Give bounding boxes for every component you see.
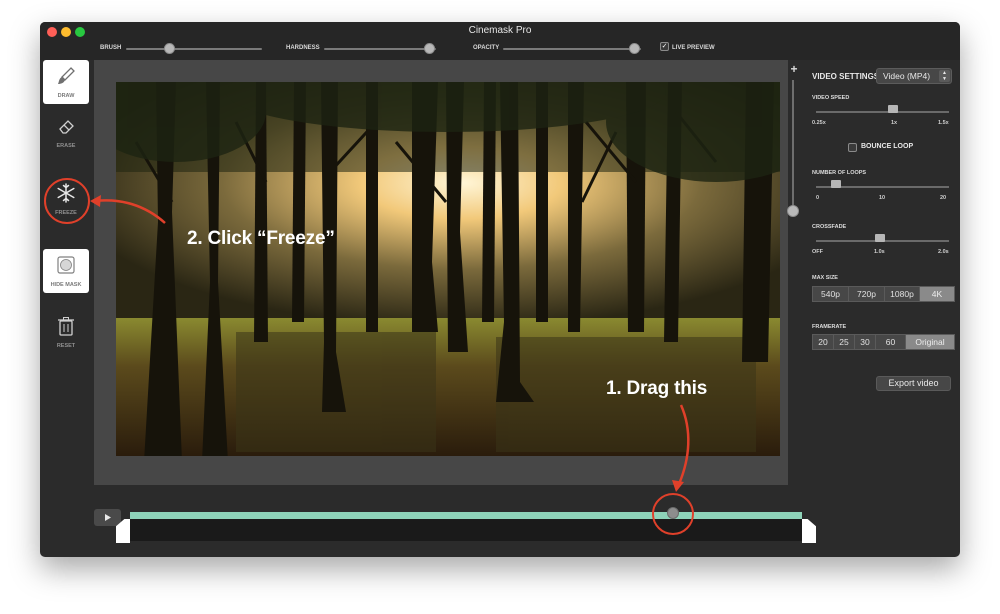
crossfade-mid: 1.0s xyxy=(874,249,885,255)
loops-label: NUMBER OF LOOPS xyxy=(812,170,867,176)
video-speed-label: VIDEO SPEED xyxy=(812,95,850,101)
max-size-label: MAX SIZE xyxy=(812,275,838,281)
app-window: Cinemask Pro BRUSH HARDNESS OPACITY ✓ LI… xyxy=(40,22,960,557)
zoom-slider[interactable] xyxy=(792,80,794,212)
loops-max: 20 xyxy=(940,195,947,201)
max-size-540p[interactable]: 540p xyxy=(812,286,849,302)
hardness-slider-thumb[interactable] xyxy=(424,43,435,54)
framerate-30[interactable]: 30 xyxy=(854,334,876,350)
eraser-icon xyxy=(59,120,74,134)
erase-tool-label: ERASE xyxy=(56,143,76,149)
brush-slider-thumb[interactable] xyxy=(164,43,175,54)
brush-label: BRUSH xyxy=(100,45,122,51)
zoom-slider-thumb[interactable] xyxy=(787,205,799,217)
opacity-slider-thumb[interactable] xyxy=(629,43,640,54)
hide-mask-tool-button[interactable]: HIDE MASK xyxy=(43,249,89,293)
select-stepper-icon: ▲ ▼ xyxy=(939,70,950,82)
video-speed-slider[interactable] xyxy=(816,111,949,113)
reset-tool-label: RESET xyxy=(56,343,76,349)
hide-mask-tool-label: HIDE MASK xyxy=(50,282,82,288)
window-title: Cinemask Pro xyxy=(468,25,532,36)
framerate-20[interactable]: 20 xyxy=(812,334,834,350)
max-size-720p[interactable]: 720p xyxy=(848,286,885,302)
format-select[interactable]: Video (MP4) ▲ ▼ xyxy=(876,68,952,84)
mask-icon xyxy=(57,256,75,274)
brush-icon xyxy=(58,67,75,84)
title-bar: Cinemask Pro BRUSH HARDNESS OPACITY ✓ LI… xyxy=(40,22,960,60)
opacity-label: OPACITY xyxy=(473,45,500,51)
crossfade-thumb[interactable] xyxy=(875,234,885,242)
snowflake-icon xyxy=(57,183,75,203)
hardness-slider[interactable] xyxy=(324,48,436,50)
video-speed-mid: 1x xyxy=(891,120,898,126)
erase-tool-button[interactable]: ERASE xyxy=(43,110,89,154)
video-speed-max: 1.5x xyxy=(938,120,949,126)
timeline-playhead[interactable] xyxy=(667,507,679,519)
draw-tool-button[interactable]: DRAW xyxy=(43,60,89,104)
timeline-area xyxy=(130,519,802,541)
bounce-loop-checkbox[interactable] xyxy=(848,143,857,152)
video-settings-title: VIDEO SETTINGS xyxy=(812,72,880,81)
framerate-25[interactable]: 25 xyxy=(833,334,855,350)
export-video-button[interactable]: Export video xyxy=(876,376,951,391)
opacity-slider[interactable] xyxy=(503,48,641,50)
trash-icon xyxy=(58,317,74,336)
max-size-4k[interactable]: 4K xyxy=(919,286,955,302)
zoom-plus-button[interactable]: + xyxy=(788,62,800,76)
freeze-tool-label: FREEZE xyxy=(55,210,77,216)
timeline-track[interactable] xyxy=(130,512,802,519)
freeze-tool-button[interactable]: FREEZE xyxy=(43,177,89,221)
framerate-original[interactable]: Original xyxy=(905,334,955,350)
hardness-label: HARDNESS xyxy=(286,45,320,51)
draw-tool-label: DRAW xyxy=(57,93,75,99)
timeline-end-handle[interactable] xyxy=(802,519,816,543)
live-preview-label: LIVE PREVIEW xyxy=(672,45,715,51)
bounce-loop-label: BOUNCE LOOP xyxy=(861,143,914,150)
loops-thumb[interactable] xyxy=(831,180,841,188)
max-size-1080p[interactable]: 1080p xyxy=(884,286,920,302)
annotation-step-1: 1. Drag this xyxy=(606,378,708,399)
live-preview-checkbox[interactable]: ✓ xyxy=(660,42,669,51)
crossfade-min: OFF xyxy=(812,249,823,255)
annotation-step-2: 2. Click “Freeze” xyxy=(187,228,335,249)
framerate-60[interactable]: 60 xyxy=(875,334,906,350)
play-icon xyxy=(105,514,111,521)
crossfade-label: CROSSFADE xyxy=(812,224,847,230)
loops-mid: 10 xyxy=(879,195,886,201)
loops-min: 0 xyxy=(816,195,820,201)
reset-tool-button[interactable]: RESET xyxy=(43,310,89,354)
video-speed-min: 0.25x xyxy=(812,120,826,126)
framerate-label: FRAMERATE xyxy=(812,324,847,330)
brush-slider[interactable] xyxy=(126,48,262,50)
format-select-value: Video (MP4) xyxy=(883,71,931,81)
video-speed-thumb[interactable] xyxy=(888,105,898,113)
play-button[interactable] xyxy=(94,509,121,526)
crossfade-max: 2.0s xyxy=(938,249,949,255)
